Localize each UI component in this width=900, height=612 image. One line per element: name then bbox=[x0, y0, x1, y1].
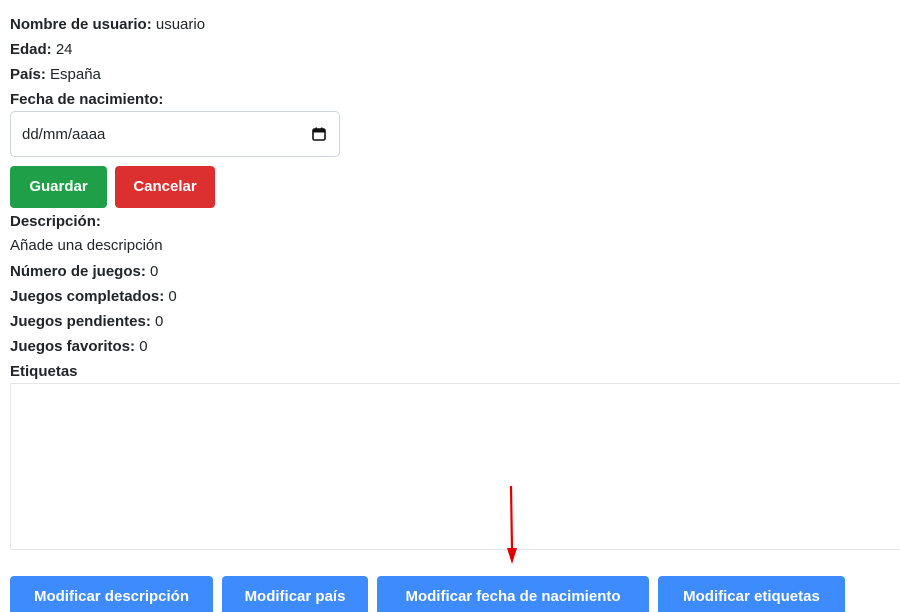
modify-tags-button[interactable]: Modificar etiquetas bbox=[658, 576, 845, 612]
birthdate-input[interactable]: dd/mm/aaaa bbox=[10, 111, 340, 157]
description-value-row: Añade una descripción bbox=[10, 236, 163, 256]
cancel-button[interactable]: Cancelar bbox=[115, 166, 215, 208]
tags-label: Etiquetas bbox=[10, 363, 78, 380]
modify-birthdate-button[interactable]: Modificar fecha de nacimiento bbox=[377, 576, 649, 612]
save-button[interactable]: Guardar bbox=[10, 166, 107, 208]
games-count-label: Número de juegos: bbox=[10, 263, 146, 280]
username-value: usuario bbox=[151, 16, 206, 33]
calendar-icon[interactable] bbox=[312, 127, 326, 141]
games-count-row: Número de juegos: 0 bbox=[10, 262, 158, 282]
profile-page: Nombre de usuario: usuario Edad: 24 País… bbox=[0, 0, 900, 612]
age-label: Edad: bbox=[10, 41, 52, 58]
completed-games-value: 0 bbox=[164, 288, 177, 305]
modify-description-button[interactable]: Modificar descripción bbox=[10, 576, 213, 612]
completed-games-row: Juegos completados: 0 bbox=[10, 287, 177, 307]
username-label: Nombre de usuario: bbox=[10, 16, 152, 33]
birthdate-label: Fecha de nacimiento: bbox=[10, 91, 164, 108]
favorite-games-row: Juegos favoritos: 0 bbox=[10, 337, 148, 357]
pending-games-value: 0 bbox=[150, 313, 164, 330]
description-label: Descripción: bbox=[10, 213, 101, 230]
annotation-arrow-icon bbox=[507, 486, 517, 564]
birthdate-row: Fecha de nacimiento: bbox=[10, 90, 163, 110]
tags-area[interactable] bbox=[10, 383, 900, 550]
username-row: Nombre de usuario: usuario bbox=[10, 15, 205, 35]
tags-label-row: Etiquetas bbox=[10, 362, 78, 382]
favorite-games-label: Juegos favoritos: bbox=[10, 338, 136, 355]
country-label: País: bbox=[10, 66, 46, 83]
age-value: 24 bbox=[51, 41, 73, 58]
modify-country-button[interactable]: Modificar país bbox=[222, 576, 368, 612]
age-row: Edad: 24 bbox=[10, 40, 73, 60]
completed-games-label: Juegos completados: bbox=[10, 288, 165, 305]
country-value: España bbox=[45, 66, 101, 83]
birthdate-input-value: dd/mm/aaaa bbox=[22, 126, 106, 143]
country-row: País: España bbox=[10, 65, 101, 85]
description-value: Añade una descripción bbox=[10, 237, 163, 254]
description-label-row: Descripción: bbox=[10, 212, 101, 232]
pending-games-row: Juegos pendientes: 0 bbox=[10, 312, 163, 332]
favorite-games-value: 0 bbox=[135, 338, 148, 355]
games-count-value: 0 bbox=[145, 263, 159, 280]
pending-games-label: Juegos pendientes: bbox=[10, 313, 151, 330]
